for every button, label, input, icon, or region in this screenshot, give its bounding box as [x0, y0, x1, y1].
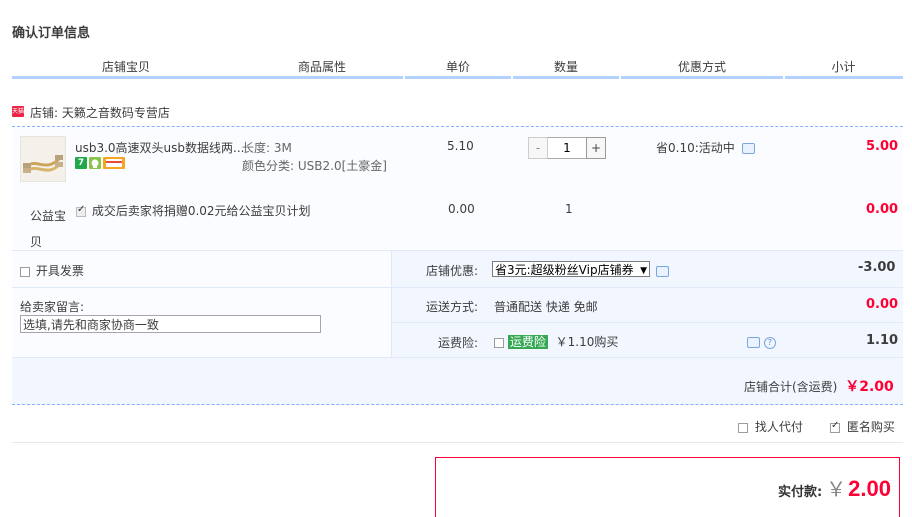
- header-gap-2: [511, 76, 513, 79]
- shipping-method: 普通配送 快递 免邮: [494, 300, 598, 314]
- anonymous-checkbox[interactable]: [830, 420, 840, 433]
- column-header-subtotal: 小计: [831, 60, 856, 74]
- 7-day-return-icon[interactable]: 7: [75, 157, 87, 169]
- insurance-option[interactable]: 运费险 ￥1.10购买: [494, 333, 618, 350]
- qty-increase-button[interactable]: +: [586, 137, 606, 159]
- options-divider-top: [12, 250, 903, 251]
- proxy-pay-checkbox[interactable]: [738, 422, 748, 433]
- store-coupon-label: 店铺优惠:: [426, 264, 479, 278]
- payment-currency: ￥: [826, 477, 847, 501]
- unit-price: 5.10: [447, 139, 474, 153]
- proxy-pay-option[interactable]: 找人代付: [738, 418, 803, 435]
- discount-text: 省0.10:活动中: [656, 141, 735, 155]
- item-subtotal: 5.00: [866, 139, 899, 154]
- store-total-amount: ￥2.00: [845, 379, 894, 395]
- page-title: 确认订单信息: [12, 26, 91, 41]
- header-gap-3: [403, 76, 405, 79]
- options-divider-left: [12, 287, 391, 288]
- insurance-chat-icon[interactable]: [747, 337, 760, 348]
- column-header-quantity: 数量: [553, 60, 578, 74]
- header-divider: [12, 76, 903, 79]
- attribute-color: 颜色分类: USB2.0[土豪金]: [242, 159, 387, 173]
- payment-total: 实付款: ￥2.00: [778, 473, 891, 502]
- options-divider-2: [391, 322, 903, 323]
- invoice-checkbox[interactable]: [20, 266, 30, 277]
- payment-summary: 实付款: ￥2.00: [435, 457, 900, 517]
- anonymous-label: 匿名购买: [846, 420, 895, 434]
- dropdown-arrow-icon: ▼: [640, 266, 647, 276]
- qty-decrease-button[interactable]: -: [528, 137, 548, 159]
- charity-price: 0.00: [448, 202, 475, 216]
- charity-text: 成交后卖家将捐赠0.02元给公益宝贝计划: [91, 204, 311, 218]
- store-total-divider: [12, 404, 903, 405]
- charity-option: 成交后卖家将捐赠0.02元给公益宝贝计划: [76, 202, 311, 219]
- guarantee-icon[interactable]: [89, 157, 101, 169]
- service-badges: 7: [75, 157, 125, 169]
- anonymous-option[interactable]: 匿名购买: [830, 418, 895, 435]
- column-header-discount: 优惠方式: [677, 60, 726, 74]
- store-total: 店铺合计(含运费) ￥2.00: [744, 376, 894, 396]
- coupon-info-icon[interactable]: [656, 266, 669, 277]
- qty-input[interactable]: [548, 137, 586, 159]
- options-divider-bottom: [12, 357, 903, 358]
- options-divider: [12, 442, 903, 443]
- insurance-label: 运费险:: [438, 336, 479, 350]
- column-header-unit-price: 单价: [445, 60, 470, 74]
- column-header-store-item: 店铺宝贝: [101, 60, 150, 74]
- store-coupon-select[interactable]: 省3元:超级粉丝Vip店铺券 ▼: [492, 261, 650, 277]
- store-total-label: 店铺合计(含运费): [744, 380, 838, 394]
- invoice-label: 开具发票: [35, 264, 84, 278]
- insurance-tag: 运费险: [507, 335, 548, 349]
- header-gap: [403, 58, 404, 76]
- message-label: 给卖家留言:: [20, 300, 85, 314]
- insurance-amount: 1.10: [866, 333, 899, 348]
- payment-label: 实付款:: [777, 485, 823, 500]
- store-coupon-amount: -3.00: [858, 260, 896, 275]
- column-header-attributes: 商品属性: [297, 60, 346, 74]
- header-gap-5: [783, 76, 785, 79]
- payment-amount: 2.00: [848, 476, 891, 501]
- attribute-length: 长度: 3M: [242, 141, 292, 155]
- charity-quantity: 1: [565, 202, 573, 216]
- charity-checkbox[interactable]: [76, 204, 86, 217]
- shipping-label: 运送方式:: [426, 300, 479, 314]
- options-divider-1: [391, 287, 903, 288]
- header-gap-4: [619, 76, 621, 79]
- tmall-icon: 天猫: [12, 106, 25, 117]
- product-thumbnail[interactable]: [20, 136, 66, 182]
- store-name[interactable]: 店铺: 天籁之音数码专营店: [30, 104, 170, 121]
- invoice-option[interactable]: 开具发票: [20, 262, 84, 279]
- insurance-checkbox[interactable]: [494, 337, 504, 348]
- shipping-amount: 0.00: [866, 297, 899, 312]
- credit-card-icon[interactable]: [103, 157, 125, 169]
- store-coupon-selected: 省3元:超级粉丝Vip店铺券: [495, 263, 634, 277]
- insurance-price: ￥1.10购买: [555, 335, 619, 349]
- discount-info: 省0.10:活动中: [656, 139, 755, 156]
- product-title-link[interactable]: usb3.0高速双头usb数据线两...: [75, 139, 244, 156]
- options-divider-vertical: [391, 250, 392, 357]
- proxy-pay-label: 找人代付: [754, 420, 803, 434]
- seller-message-input[interactable]: [20, 315, 321, 333]
- quantity-stepper: - +: [528, 137, 606, 159]
- charity-label: 公益宝贝: [30, 209, 67, 249]
- help-icon[interactable]: ?: [763, 336, 776, 349]
- usb-cable-image-icon: [21, 137, 65, 181]
- charity-subtotal: 0.00: [866, 202, 899, 217]
- discount-info-icon[interactable]: [741, 143, 755, 154]
- insurance-help: ?: [747, 335, 776, 349]
